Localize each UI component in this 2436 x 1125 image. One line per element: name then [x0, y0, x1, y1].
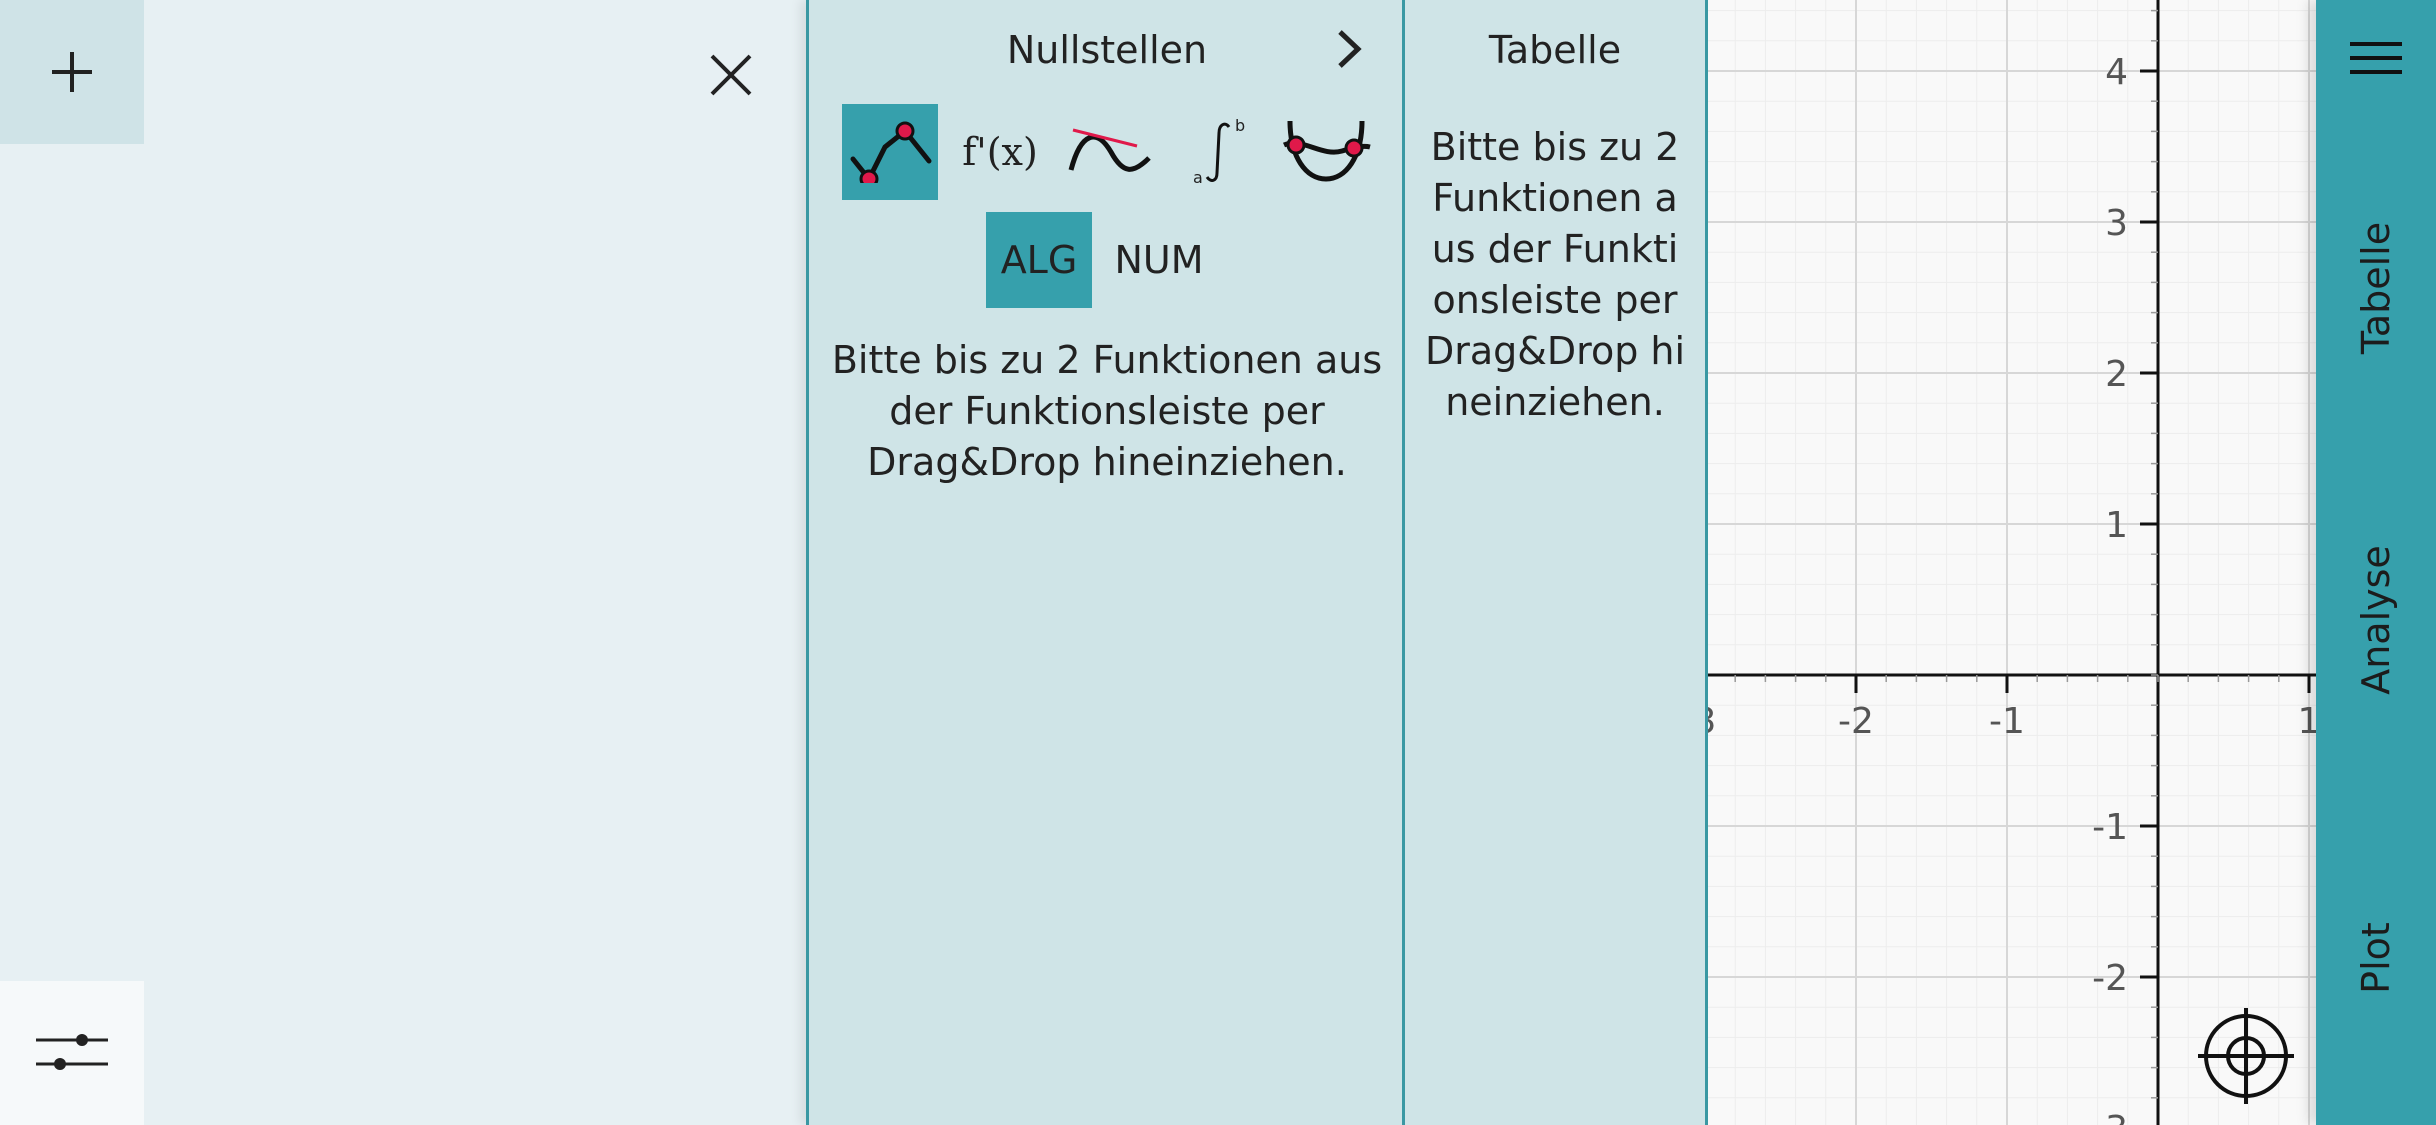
coordinate-system[interactable]: 3 -2 -1 1 4 3 2 1 -1 -2 -3 [1708, 0, 2316, 1125]
y-tick-label: -2 [2092, 958, 2128, 999]
plus-icon [52, 52, 92, 92]
tab-tabelle-label: Tabelle [2354, 221, 2399, 355]
derivative-label: f'(x) [962, 130, 1038, 174]
integral-upper-label: b [1235, 117, 1245, 135]
tab-tabelle[interactable]: Tabelle [2316, 158, 2436, 418]
integral-icon: b a [1193, 117, 1245, 187]
table-hint-text: Bitte bis zu 2 Funktionen aus der Funkti… [1424, 125, 1686, 424]
analysis-title: Nullstellen [1006, 28, 1208, 72]
zeros-tool[interactable] [842, 104, 938, 200]
y-tick-label: -1 [2092, 807, 2128, 848]
table-title: Tabelle [1488, 28, 1622, 72]
chevron-right-icon [1338, 30, 1362, 68]
sliders-icon [36, 1034, 108, 1070]
settings-button[interactable] [0, 981, 144, 1125]
next-analysis-button[interactable] [1326, 26, 1372, 72]
crosshair-icon [2198, 1008, 2294, 1104]
zeros-icon [850, 121, 932, 183]
tangent-tool[interactable] [1062, 104, 1158, 200]
y-tick-label: 2 [2105, 354, 2128, 395]
center-view-button[interactable] [2198, 1008, 2294, 1104]
function-panel [0, 0, 806, 1125]
tangent-icon [1068, 128, 1151, 172]
y-tick-label: 4 [2105, 52, 2128, 93]
close-button[interactable] [696, 40, 766, 110]
integral-lower-label: a [1193, 168, 1203, 187]
table-panel: Tabelle Bitte bis zu 2 Funktionen aus de… [1402, 0, 1708, 1125]
tab-analyse[interactable]: Analyse [2316, 490, 2436, 750]
add-function-button[interactable] [0, 0, 144, 144]
tab-plot[interactable]: Plot [2316, 828, 2436, 1088]
right-navigation: Tabelle Analyse Plot [2316, 0, 2436, 1125]
tab-analyse-label: Analyse [2354, 545, 2398, 695]
intersection-icon [1282, 120, 1371, 182]
close-icon [710, 54, 752, 96]
y-tick-label: -3 [2092, 1109, 2128, 1125]
y-tick-label: 3 [2105, 203, 2128, 244]
hamburger-icon [2350, 42, 2402, 74]
tab-plot-label: Plot [2354, 922, 2398, 994]
derivative-tool[interactable]: f'(x) [952, 104, 1048, 200]
numeric-mode-button[interactable]: NUM [1104, 212, 1214, 308]
algebraic-mode-button[interactable]: ALG [986, 212, 1092, 308]
analysis-hint-text: Bitte bis zu 2 Funktionen aus der Funkti… [831, 338, 1383, 484]
x-tick-label: 3 [1708, 701, 1716, 742]
intersection-tool[interactable] [1279, 104, 1375, 200]
integral-tool[interactable]: b a [1172, 104, 1268, 200]
x-tick-label: -2 [1838, 701, 1874, 742]
analysis-header: Nullstellen [809, 20, 1405, 80]
y-tick-label: 1 [2105, 505, 2128, 546]
x-tick-label: -1 [1989, 701, 2025, 742]
graph-canvas[interactable]: 3 -2 -1 1 4 3 2 1 -1 -2 -3 [1708, 0, 2316, 1125]
x-tick-label: 1 [2298, 701, 2316, 742]
menu-button[interactable] [2346, 30, 2406, 90]
analysis-panel: Nullstellen f'(x) b a ALG NUM Bitte bis … [806, 0, 1402, 1125]
